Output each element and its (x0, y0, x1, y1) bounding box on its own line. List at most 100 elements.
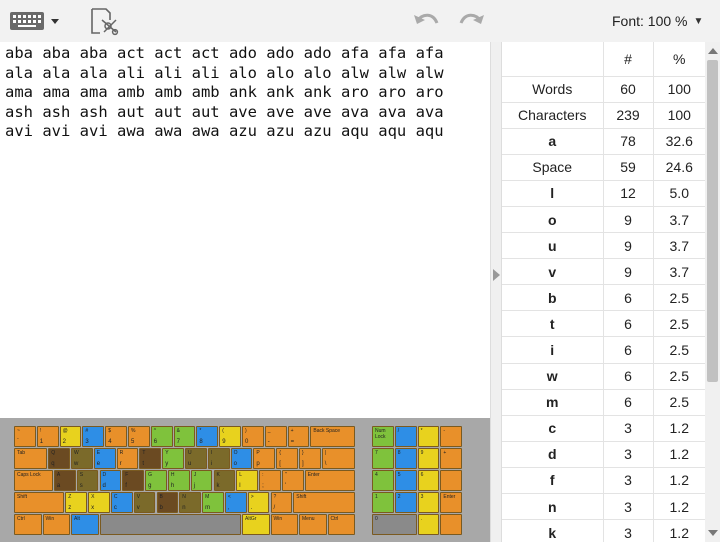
scrollbar-thumb[interactable] (707, 60, 718, 382)
key-label: Enter (307, 472, 320, 478)
key-sublabel: 2 (62, 439, 66, 445)
key-label: I (210, 450, 213, 456)
key-sublabel: c (113, 505, 117, 511)
stat-percent: 24.6 (653, 154, 705, 181)
key-label: 5 (397, 472, 401, 478)
key-sublabel: , (227, 505, 230, 511)
stat-label: Characters (502, 102, 604, 129)
practice-text-area[interactable]: aba aba aba act act act ado ado ado afa … (0, 42, 490, 418)
key-label: 4 (375, 472, 378, 478)
key-sublabel: s (79, 483, 83, 489)
key-label: * (199, 428, 202, 434)
stat-percent: 1.2 (653, 519, 705, 542)
key-label: N (182, 494, 186, 500)
key-sublabel: x (91, 505, 95, 511)
stat-percent: 2.5 (653, 363, 705, 390)
keyboard-key: Qq (48, 448, 70, 469)
table-row: a 78 32.6 (502, 128, 705, 155)
scroll-down-icon[interactable] (708, 530, 718, 536)
key-label: % (131, 428, 136, 434)
table-row: Words 60 100 (502, 76, 705, 103)
key-label: L (239, 472, 243, 478)
numpad-key: 0 (372, 514, 417, 535)
stat-label: d (502, 441, 604, 468)
table-row: o 9 3.7 (502, 206, 705, 234)
keyboard-key: Alt (71, 514, 99, 535)
key-label: $ (108, 428, 111, 434)
collapse-arrow-icon[interactable] (493, 269, 500, 281)
numpad-key: / (394, 426, 417, 447)
table-row: d 3 1.2 (502, 441, 705, 468)
stats-scrollbar[interactable] (705, 42, 720, 542)
keyboard-key: Caps Lock (14, 470, 53, 491)
keyboard-key: Uu (185, 448, 207, 469)
key-label: P (256, 450, 260, 456)
key-sublabel: w (74, 461, 79, 467)
key-sublabel: m (205, 505, 211, 511)
key-label: D (102, 472, 107, 478)
keyboard-layout-button[interactable] (6, 6, 62, 36)
keyboard-key: Nn (179, 492, 202, 513)
clear-text-button[interactable] (86, 6, 122, 36)
toolbar: Font: 100 % ▼ (0, 0, 720, 42)
table-row: v 9 3.7 (502, 258, 705, 286)
stat-label: u (502, 232, 604, 260)
stat-percent: 32.6 (653, 128, 705, 155)
key-label: O (233, 450, 238, 456)
key-label: + (443, 450, 447, 456)
keyboard-key: Tab (14, 448, 48, 469)
key-sublabel: 1 (39, 439, 44, 445)
stat-count: 60 (603, 76, 654, 103)
font-size-dropdown[interactable]: Font: 100 % ▼ (612, 6, 712, 36)
table-row: t 6 2.5 (502, 310, 705, 338)
key-label: 2 (397, 494, 401, 500)
stat-label: c (502, 415, 604, 442)
stat-percent: 100 (653, 76, 705, 103)
panel-splitter[interactable] (490, 42, 502, 542)
keyboard-key: | \ (321, 448, 355, 469)
key-label: " (284, 472, 287, 478)
key-label: & (176, 428, 180, 434)
key-label: G (148, 472, 152, 478)
text-line: avi avi avi awa awa awa azu azu azu aqu … (5, 122, 444, 141)
keyboard-key: & 7 (173, 426, 196, 447)
key-label: 8 (397, 450, 401, 456)
undo-icon (414, 13, 439, 24)
key-sublabel: h (170, 483, 175, 489)
keyboard-key: Zz (65, 492, 88, 513)
key-label: 3 (420, 494, 424, 500)
key-label: J (193, 472, 197, 478)
key-label: Q (51, 450, 56, 456)
table-row: b 6 2.5 (502, 284, 705, 312)
keyboard-key: Ff (122, 470, 145, 491)
stat-label: f (502, 467, 604, 495)
keyboard-key: :; (259, 470, 281, 491)
stat-label: k (502, 519, 604, 542)
numpad-key: 8 (394, 448, 417, 469)
stat-count: 239 (603, 102, 654, 129)
key-label: V (136, 494, 141, 500)
stat-label: b (502, 284, 604, 312)
keyboard-key: Win (270, 514, 298, 535)
redo-button[interactable] (454, 6, 488, 36)
key-label: R (119, 450, 124, 456)
keyboard-key: % 5 (128, 426, 150, 447)
key-label: 1 (375, 494, 378, 500)
keyboard-key: + = (287, 426, 310, 447)
keyboard-key: Shift (14, 492, 65, 513)
keyboard-key: " ' (281, 470, 304, 491)
key-label: Back Space (313, 428, 341, 434)
keyboard-key: ) 0 (242, 426, 264, 447)
key-sublabel: z (68, 505, 72, 511)
key-label: : (262, 472, 264, 478)
numpad-key: 6 (417, 470, 440, 491)
keyboard-key: ~ ` (14, 426, 36, 447)
stat-count: 6 (603, 310, 654, 338)
keyboard-key: Ll (236, 470, 259, 491)
key-label: - (443, 428, 446, 434)
scroll-up-icon[interactable] (708, 48, 718, 54)
undo-button[interactable] (410, 6, 444, 36)
key-sublabel: u (188, 461, 192, 467)
text-line: ala ala ala ali ali ali alo alo alo alw … (5, 63, 444, 82)
key-label: M (205, 494, 210, 500)
